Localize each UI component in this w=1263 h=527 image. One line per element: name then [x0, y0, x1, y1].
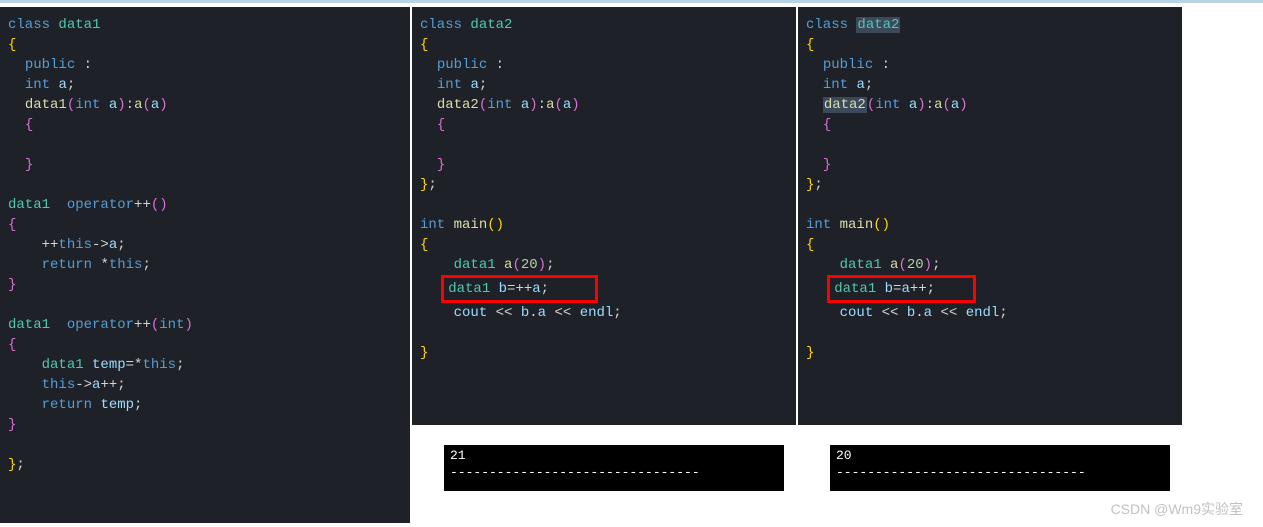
console-value: 20 — [836, 447, 1164, 464]
code-line: } — [420, 155, 792, 175]
code-line — [806, 135, 1178, 155]
column-2: class data2 { public : int a; data2(int … — [412, 7, 796, 523]
code-line: { — [420, 115, 792, 135]
code-panel-2[interactable]: class data2 { public : int a; data2(int … — [412, 7, 796, 425]
code-line: class data2 — [806, 15, 1178, 35]
watermark-text: CSDN @Wm9实验室 — [1111, 499, 1243, 519]
column-3: class data2 { public : int a; data2(int … — [798, 7, 1182, 523]
code-line: int a; — [8, 75, 406, 95]
code-line: data1 a(20); — [806, 255, 1178, 275]
console-output-3: 20 -------------------------------- — [830, 445, 1170, 491]
code-line: cout << b.a << endl; — [420, 303, 792, 323]
console-value: 21 — [450, 447, 778, 464]
code-line: ++this->a; — [8, 235, 406, 255]
code-line: int main() — [806, 215, 1178, 235]
code-line: } — [8, 275, 406, 295]
code-line: data1(int a):a(a) — [8, 95, 406, 115]
code-line: data2(int a):a(a) — [420, 95, 792, 115]
code-line — [8, 135, 406, 155]
code-line — [8, 175, 406, 195]
code-line — [8, 435, 406, 455]
code-line: } — [8, 155, 406, 175]
highlighted-code-line: data1 b=a++; — [806, 275, 1178, 303]
code-line: { — [806, 115, 1178, 135]
code-line: class data1 — [8, 15, 406, 35]
code-line: int a; — [806, 75, 1178, 95]
code-line: public : — [806, 55, 1178, 75]
code-line: { — [420, 235, 792, 255]
console-output-2: 21 -------------------------------- — [444, 445, 784, 491]
code-line — [8, 295, 406, 315]
code-line: public : — [420, 55, 792, 75]
code-line: public : — [8, 55, 406, 75]
code-line: } — [806, 343, 1178, 363]
code-line — [420, 323, 792, 343]
code-line — [420, 195, 792, 215]
code-line: { — [8, 35, 406, 55]
console-divider: -------------------------------- — [450, 464, 778, 481]
code-line: { — [420, 35, 792, 55]
column-1: class data1 { public : int a; data1(int … — [0, 7, 410, 523]
code-line: } — [806, 155, 1178, 175]
code-line: this->a++; — [8, 375, 406, 395]
code-line: class data2 — [420, 15, 792, 35]
main-container: class data1 { public : int a; data1(int … — [0, 3, 1263, 527]
code-line: }; — [806, 175, 1178, 195]
code-line: } — [420, 343, 792, 363]
code-panel-1[interactable]: class data1 { public : int a; data1(int … — [0, 7, 410, 523]
code-line: { — [8, 335, 406, 355]
code-line: data2(int a):a(a) — [806, 95, 1178, 115]
code-line: data1 operator++(int) — [8, 315, 406, 335]
code-line: { — [806, 235, 1178, 255]
highlighted-code-line: data1 b=++a; — [420, 275, 792, 303]
code-line: { — [806, 35, 1178, 55]
code-line — [420, 135, 792, 155]
code-line: { — [8, 115, 406, 135]
code-line: }; — [420, 175, 792, 195]
code-line: { — [8, 215, 406, 235]
console-divider: -------------------------------- — [836, 464, 1164, 481]
code-line: data1 a(20); — [420, 255, 792, 275]
code-line: } — [8, 415, 406, 435]
code-line: int main() — [420, 215, 792, 235]
code-line: }; — [8, 455, 406, 475]
code-line: return *this; — [8, 255, 406, 275]
code-line: return temp; — [8, 395, 406, 415]
code-line: data1 operator++() — [8, 195, 406, 215]
code-line: data1 temp=*this; — [8, 355, 406, 375]
code-line — [806, 195, 1178, 215]
code-line — [806, 323, 1178, 343]
code-line: int a; — [420, 75, 792, 95]
code-line: cout << b.a << endl; — [806, 303, 1178, 323]
code-panel-3[interactable]: class data2 { public : int a; data2(int … — [798, 7, 1182, 425]
